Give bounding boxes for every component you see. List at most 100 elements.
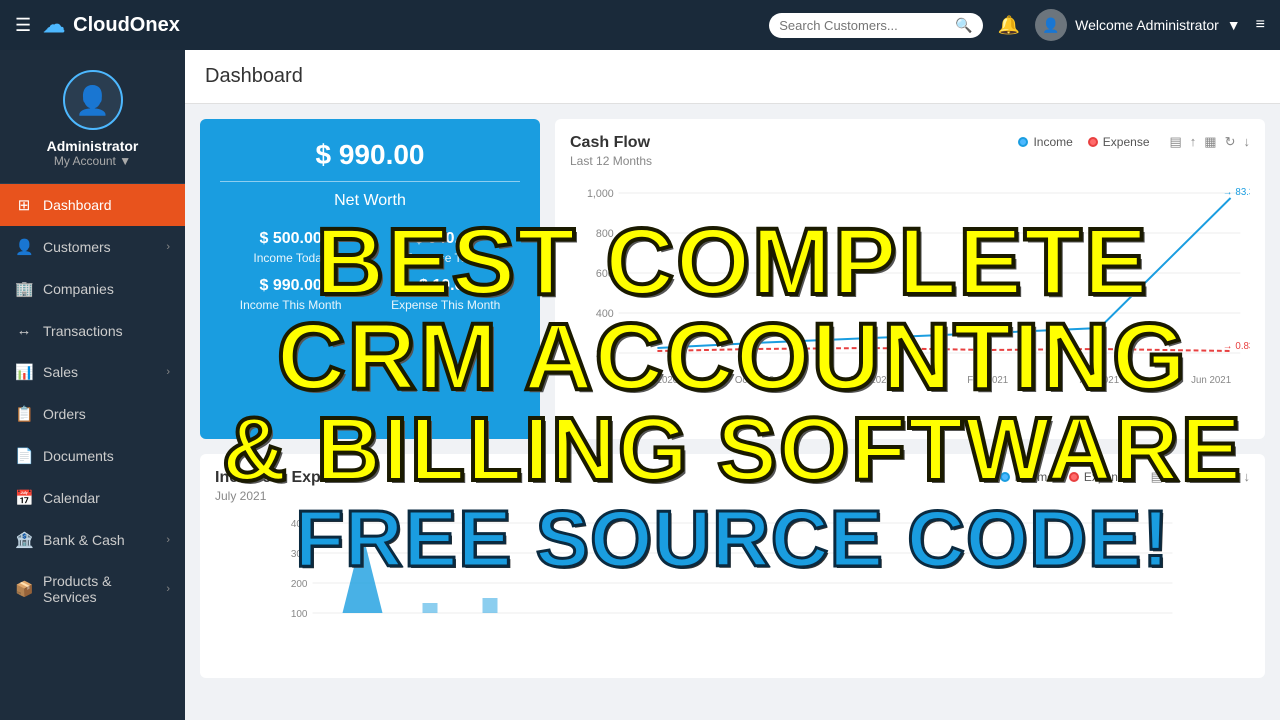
networth-card: $ 990.00 Net Worth $ 500.00 Income Today… — [200, 119, 540, 439]
income-today-label: Income Today — [253, 251, 328, 265]
avatar: 👤 — [63, 70, 123, 130]
refresh-icon[interactable]: ↻ — [1225, 469, 1236, 485]
chart-action-icons: ▤ ↑ ▦ ↻ ↓ — [1170, 134, 1251, 150]
svg-text:1,000: 1,000 — [587, 188, 614, 200]
cashflow-title: Cash Flow — [570, 134, 652, 152]
svg-text:→: → — [1223, 341, 1233, 352]
sidebar-item-calendar[interactable]: 📅 Calendar — [0, 477, 185, 519]
navbar-right: 🔍 🔔 👤 Welcome Administrator ▼ ≡ — [769, 9, 1265, 41]
hamburger-icon[interactable]: ☰ — [15, 15, 31, 36]
income-month-stat: $ 990.00 Income This Month — [240, 277, 342, 312]
orders-icon: 📋 — [15, 405, 33, 423]
svg-text:Feb 2021: Feb 2021 — [967, 375, 1008, 386]
expense-dot — [1069, 472, 1079, 482]
sidebar-item-documents[interactable]: 📄 Documents — [0, 435, 185, 477]
sidebar-item-dashboard[interactable]: ⊞ Dashboard — [0, 184, 185, 226]
expense-month-stat: $ 10.00 Expense This Month — [391, 277, 500, 312]
bar-chart-icon[interactable]: ▦ — [1204, 134, 1216, 150]
legend-income: Income — [1018, 135, 1072, 149]
menu-lines-icon[interactable]: ≡ — [1256, 16, 1265, 34]
sidebar-item-products-services[interactable]: 📦 Products & Services › — [0, 561, 185, 617]
sidebar-item-sales[interactable]: 📊 Sales › — [0, 351, 185, 393]
sidebar-item-label: Sales — [43, 364, 156, 380]
expense-month-label: Expense This Month — [391, 298, 500, 312]
search-box[interactable]: 🔍 — [769, 13, 982, 38]
sidebar-item-transactions[interactable]: ↔ Transactions — [0, 310, 185, 351]
svg-text:Oct 2020: Oct 2020 — [735, 375, 775, 386]
sidebar-item-companies[interactable]: 🏢 Companies — [0, 268, 185, 310]
download-icon[interactable]: ↓ — [1244, 134, 1251, 150]
refresh-icon[interactable]: ↻ — [1225, 134, 1236, 150]
cashflow-subtitle: Last 12 Months — [570, 154, 652, 168]
svg-text:100: 100 — [291, 609, 308, 620]
sidebar-item-orders[interactable]: 📋 Orders — [0, 393, 185, 435]
dropdown-arrow-icon: ▼ — [1227, 17, 1241, 33]
expense-today-stat: $ 340.00 Expense Today — [405, 230, 487, 265]
bar-chart-icon[interactable]: ▦ — [1185, 469, 1197, 485]
sidebar-item-label: Dashboard — [43, 197, 170, 213]
svg-text:83.33: 83.33 — [1235, 187, 1250, 198]
grid-icon[interactable]: ⊞ — [1206, 469, 1217, 485]
sidebar-nav: ⊞ Dashboard 👤 Customers › 🏢 Companies ↔ … — [0, 184, 185, 720]
networth-label: Net Worth — [220, 192, 520, 210]
ie-title-group: Income & Expense July 2021 — [215, 469, 357, 503]
svg-text:300: 300 — [291, 549, 308, 560]
svg-text:400: 400 — [596, 308, 614, 320]
documents-icon: 📄 — [15, 447, 33, 465]
income-month-label: Income This Month — [240, 298, 342, 312]
svg-text:600: 600 — [596, 268, 614, 280]
export-icon[interactable]: ↑ — [1190, 134, 1197, 150]
sidebar-item-label: Calendar — [43, 490, 170, 506]
welcome-text: Welcome Administrator — [1075, 17, 1219, 33]
chevron-right-icon: › — [166, 241, 170, 253]
cashflow-card: Cash Flow Last 12 Months Income — [555, 119, 1265, 439]
table-icon[interactable]: ▤ — [1151, 469, 1163, 485]
income-month-value: $ 990.00 — [240, 277, 342, 295]
svg-text:Apr 2021: Apr 2021 — [1080, 375, 1119, 386]
sidebar-item-label: Customers — [43, 239, 156, 255]
sidebar-item-customers[interactable]: 👤 Customers › — [0, 226, 185, 268]
export-icon[interactable]: ↑ — [1171, 469, 1178, 485]
table-icon[interactable]: ▤ — [1170, 134, 1182, 150]
networth-stats-month: $ 990.00 Income This Month $ 10.00 Expen… — [220, 277, 520, 312]
expense-today-value: $ 340.00 — [405, 230, 487, 248]
chevron-right-icon: › — [166, 583, 170, 595]
ie-bar-chart: 400 300 200 100 — [215, 513, 1250, 663]
chevron-right-icon: › — [166, 366, 170, 378]
companies-icon: 🏢 — [15, 280, 33, 298]
download-icon[interactable]: ↓ — [1244, 469, 1251, 485]
app-name: CloudOnex — [73, 14, 180, 37]
cashflow-legend-icons: Income Expense ▤ ↑ ▦ — [1018, 134, 1250, 150]
cashflow-chart: 1,000 800 600 400 200 Aug 2020 Oct 2020 … — [570, 173, 1250, 403]
sidebar-item-label: Companies — [43, 281, 170, 297]
sidebar-item-label: Transactions — [43, 323, 170, 339]
bell-icon[interactable]: 🔔 — [998, 15, 1020, 36]
sidebar-item-bank-cash[interactable]: 🏦 Bank & Cash › — [0, 519, 185, 561]
navbar: ☰ ☁ CloudOnex 🔍 🔔 👤 Welcome Administrato… — [0, 0, 1280, 50]
expense-today-label: Expense Today — [405, 251, 487, 265]
income-dot — [1018, 137, 1028, 147]
ie-chart-subtitle: July 2021 — [215, 489, 357, 503]
svg-text:→: → — [1223, 187, 1233, 198]
bank-icon: 🏦 — [15, 531, 33, 549]
ie-legend-income: Income — [1000, 470, 1054, 484]
svg-text:400: 400 — [291, 519, 308, 530]
svg-text:200: 200 — [596, 348, 614, 360]
cashflow-legend: Income Expense — [1018, 135, 1149, 149]
legend-expense: Expense — [1088, 135, 1150, 149]
cashflow-header: Cash Flow Last 12 Months Income — [570, 134, 1250, 168]
ie-chart-title: Income & Expense — [215, 469, 357, 487]
search-input[interactable] — [779, 18, 949, 33]
ie-chart-header: Income & Expense July 2021 Income Expens… — [215, 469, 1250, 503]
income-expense-card: Income & Expense July 2021 Income Expens… — [200, 454, 1265, 678]
ie-chart-action-icons: ▤ ↑ ▦ ⊞ ↻ ↓ — [1151, 469, 1250, 485]
expense-dot — [1088, 137, 1098, 147]
transactions-icon: ↔ — [15, 322, 33, 339]
user-info[interactable]: 👤 Welcome Administrator ▼ — [1035, 9, 1241, 41]
navbar-left: ☰ ☁ CloudOnex — [15, 12, 180, 38]
expense-month-value: $ 10.00 — [391, 277, 500, 295]
my-account-link[interactable]: My Account ▼ — [54, 154, 131, 168]
svg-text:Aug 2020: Aug 2020 — [637, 375, 679, 386]
customers-icon: 👤 — [15, 238, 33, 256]
ie-legend-expense: Expense — [1069, 470, 1131, 484]
